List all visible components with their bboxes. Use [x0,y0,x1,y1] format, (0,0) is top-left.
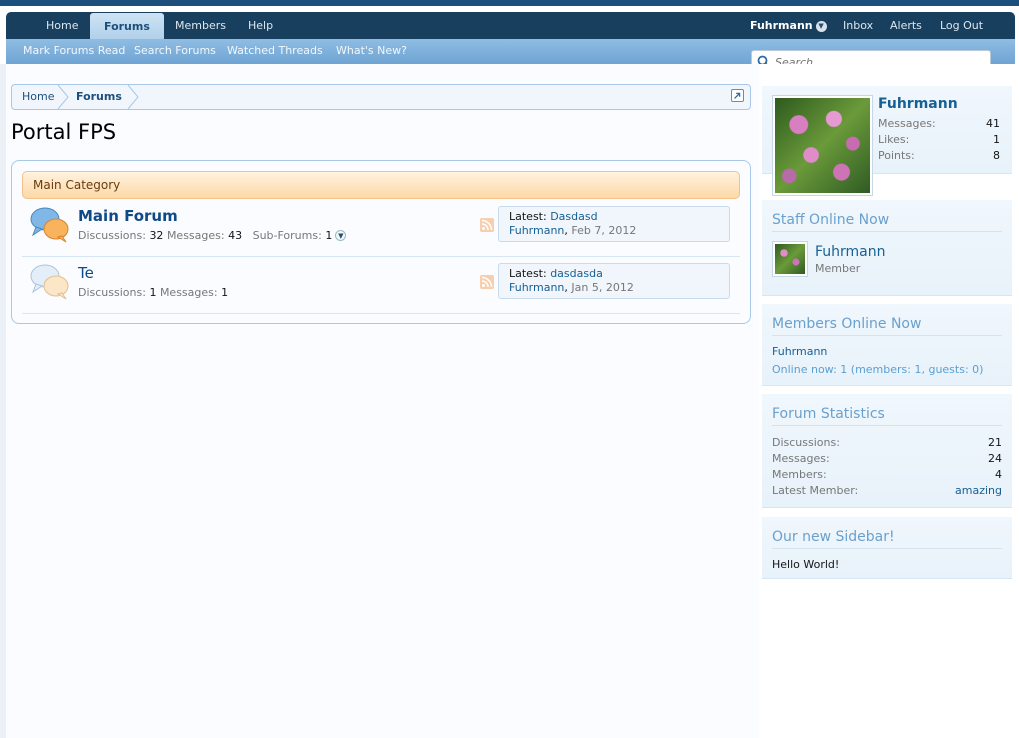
breadcrumb-home[interactable]: Home [22,85,54,109]
online-summary-link[interactable]: Online now: 1 (members: 1, guests: 0) [772,363,983,376]
latest-member-link[interactable]: amazing [930,484,1002,497]
breadcrumb-separator-icon [127,85,139,109]
forum-row: Main Forum Discussions: 32 Messages: 43 … [22,201,740,257]
nav-tab-members[interactable]: Members [161,12,240,39]
account-username: Fuhrmann [750,19,813,32]
subforums-label: Sub-Forums: [252,229,322,242]
avatar-image [775,98,870,193]
avatar[interactable] [772,95,873,196]
rss-feed-icon[interactable] [480,275,494,289]
forum-stats: Discussions: 32 Messages: 43 Sub-Forums:… [78,229,347,242]
messages-count: 1 [221,286,229,299]
rss-feed-icon[interactable] [480,218,494,232]
staff-username[interactable]: Fuhrmann [815,244,886,260]
discussions-label: Discussions: [78,286,146,299]
latest-date: Jan 5, 2012 [571,281,634,294]
custom-sidebar-heading: Our new Sidebar! [772,529,1002,549]
latest-date: Feb 7, 2012 [571,224,637,237]
forum-title-link[interactable]: Main Forum [78,207,178,225]
staff-avatar-image [775,244,805,274]
online-member-link[interactable]: Fuhrmann [772,345,827,358]
jump-menu-icon[interactable] [731,89,744,102]
latest-label: Latest: [509,267,547,280]
account-menu[interactable]: Fuhrmann ▼ [750,12,827,39]
latest-post-box: Latest: Dasdasd Fuhrmann, Feb 7, 2012 [498,206,730,242]
latest-label: Latest: [509,210,547,223]
nav-tab-help[interactable]: Help [234,12,287,39]
discussions-count: 32 [149,229,164,242]
discussions-label: Discussions: [78,229,146,242]
visitor-stat-label: Points: [878,149,915,162]
sublink-watched-threads[interactable]: Watched Threads [227,39,323,63]
nav-tab-home[interactable]: Home [32,12,92,39]
nav-tab-forums[interactable]: Forums [90,13,164,39]
top-strip [0,0,1019,6]
latest-user-link[interactable]: Fuhrmann [509,281,564,294]
breadcrumb-separator-icon [57,85,69,109]
main-navbar: Home Forums Members Help Fuhrmann ▼ Inbox… [6,12,1015,39]
forum-unread-icon [30,207,69,243]
messages-count: 43 [228,229,243,242]
visitor-stat-value: 1 [993,133,1000,146]
forum-title-link[interactable]: Te [78,264,94,282]
breadcrumb: Home Forums [11,84,751,110]
forum-stats: Discussions: 1 Messages: 1 [78,286,228,299]
forum-stat-value: 24 [988,452,1002,465]
forum-statistics-heading: Forum Statistics [772,406,1002,426]
visitor-username[interactable]: Fuhrmann [878,96,958,112]
nav-logout[interactable]: Log Out [926,12,997,39]
forum-stat-label: Discussions: [772,436,840,449]
forum-stat-value: 4 [995,468,1002,481]
staff-online-heading: Staff Online Now [772,212,1002,232]
subforums-count: 1 [325,229,333,242]
latest-post-box: Latest: dasdasda Fuhrmann, Jan 5, 2012 [498,263,730,299]
latest-thread-link[interactable]: Dasdasd [550,210,597,223]
forum-read-icon [30,264,69,300]
visitor-stat-value: 41 [986,117,1000,130]
category-title: Main Category [33,178,121,192]
forum-stat-label: Messages: [772,452,830,465]
page-title: Portal FPS [11,120,117,144]
forum-stat-label: Latest Member: [772,484,859,497]
messages-label: Messages: [166,229,225,242]
visitor-stat-label: Likes: [878,133,910,146]
chevron-down-icon: ▼ [815,21,827,32]
latest-thread-link[interactable]: dasdasda [550,267,603,280]
forum-stat-value: 21 [988,436,1002,449]
latest-user-link[interactable]: Fuhrmann [509,224,564,237]
sublink-search-forums[interactable]: Search Forums [134,39,216,63]
custom-sidebar-text: Hello World! [772,558,840,571]
messages-label: Messages: [159,286,218,299]
sublink-whats-new[interactable]: What's New? [336,39,407,63]
members-online-heading: Members Online Now [772,316,1002,336]
forum-stat-label: Members: [772,468,827,481]
breadcrumb-forums[interactable]: Forums [76,85,122,109]
visitor-stat-value: 8 [993,149,1000,162]
subforums-dropdown-icon[interactable]: ▼ [335,230,347,241]
staff-role: Member [815,262,861,275]
discussions-count: 1 [149,286,157,299]
category-header[interactable]: Main Category [22,171,740,199]
sublink-mark-forums-read[interactable]: Mark Forums Read [23,39,125,63]
staff-avatar[interactable] [772,241,808,277]
visitor-stat-label: Messages: [878,117,936,130]
forum-row: Te Discussions: 1 Messages: 1 Latest: da… [22,258,740,314]
forum-node-list: Main Category Main Forum Discussions: 32… [11,160,751,324]
